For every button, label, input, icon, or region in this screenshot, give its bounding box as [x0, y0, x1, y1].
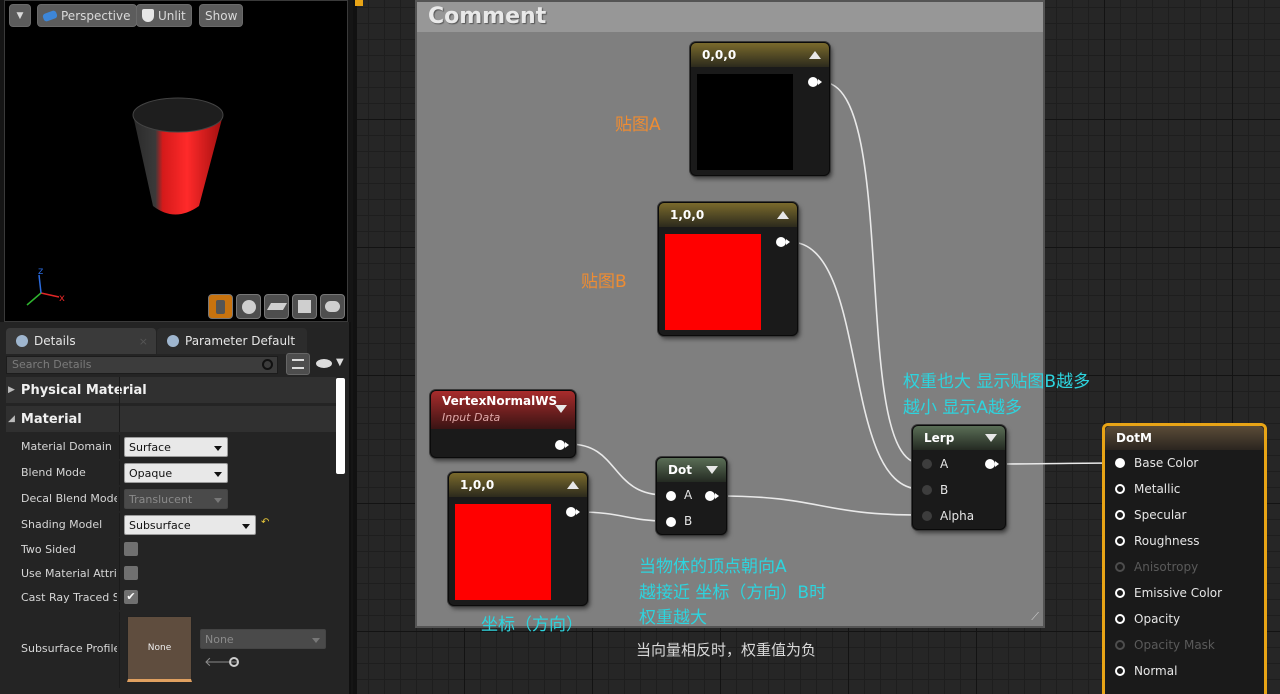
color-preview — [455, 504, 551, 600]
result-pin-label: Normal — [1134, 664, 1178, 678]
output-pin[interactable] — [985, 459, 999, 469]
pin-label: Alpha — [940, 509, 975, 523]
result-input-pin[interactable] — [1115, 562, 1125, 572]
output-pin[interactable] — [566, 507, 580, 517]
annotation-dot-line2: 越接近 坐标（方向）B时 — [639, 583, 827, 603]
annotation-negative: 当向量相反时，权重值为负 — [636, 641, 817, 659]
wire-const-b-to-lerp-b — [789, 241, 921, 490]
collapse-icon[interactable] — [777, 211, 789, 219]
output-pin[interactable] — [555, 440, 569, 450]
input-pin-b[interactable] — [922, 485, 932, 495]
result-input-pin[interactable] — [1115, 666, 1125, 676]
result-pin-label: Opacity — [1134, 612, 1181, 626]
output-pin[interactable] — [776, 237, 790, 247]
node-constant-a[interactable]: 0,0,0 — [690, 42, 830, 176]
collapse-icon[interactable] — [567, 481, 579, 489]
pin-label: B — [684, 514, 693, 528]
result-pin-label: Emissive Color — [1134, 586, 1223, 600]
result-input-pin[interactable] — [1115, 484, 1125, 494]
node-header: VertexNormalWS Input Data — [431, 391, 575, 429]
result-pin-label: Base Color — [1134, 456, 1199, 470]
annotation-coordinate: 坐标（方向） — [481, 615, 583, 635]
input-pin-a[interactable] — [666, 491, 676, 501]
output-pin[interactable] — [705, 491, 719, 501]
color-preview — [665, 234, 761, 330]
pin-label: B — [940, 483, 949, 497]
result-input-pin[interactable] — [1115, 588, 1125, 598]
annotation-texture-a: 贴图A — [615, 115, 661, 135]
annotation-weight-line2: 越小 显示A越多 — [903, 398, 1023, 418]
annotation-dot-line1: 当物体的顶点朝向A — [639, 557, 787, 577]
result-input-pin[interactable] — [1115, 458, 1125, 468]
node-dot[interactable]: Dot A B — [656, 457, 727, 535]
result-input-pin[interactable] — [1115, 614, 1125, 624]
color-preview — [697, 74, 793, 170]
result-input-pin[interactable] — [1115, 640, 1125, 650]
input-pin-alpha[interactable] — [922, 511, 932, 521]
node-constant-b[interactable]: 1,0,0 — [658, 202, 798, 336]
collapse-icon[interactable] — [706, 466, 718, 474]
result-input-pin[interactable] — [1115, 536, 1125, 546]
node-title: DotM — [1105, 426, 1264, 450]
annotation-dot-line3: 权重越大 — [639, 608, 707, 628]
result-pin-label: Specular — [1134, 508, 1187, 522]
wire-dot-to-lerp-alpha — [719, 495, 921, 516]
wire-lerp-to-basecolor — [999, 462, 1119, 465]
input-pin-a[interactable] — [922, 459, 932, 469]
collapse-icon[interactable] — [555, 405, 567, 413]
pin-label: A — [684, 488, 693, 502]
node-lerp[interactable]: Lerp A B Alpha — [912, 425, 1006, 530]
result-pin-label: Metallic — [1134, 482, 1181, 496]
result-pin-label: Anisotropy — [1134, 560, 1199, 574]
result-pin-label: Roughness — [1134, 534, 1200, 548]
node-material-result[interactable]: DotM Base Color Metallic Specular Roughness… — [1102, 423, 1267, 694]
node-subtitle: Input Data — [442, 411, 501, 424]
annotation-weight-line1: 权重也大 显示贴图B越多 — [903, 372, 1091, 392]
node-constant-direction[interactable]: 1,0,0 — [448, 472, 588, 606]
collapse-icon[interactable] — [809, 51, 821, 59]
pin-label: A — [940, 457, 949, 471]
annotation-texture-b: 贴图B — [581, 272, 627, 292]
wire-dir-to-dot-b — [579, 511, 666, 522]
result-input-pin[interactable] — [1115, 510, 1125, 520]
material-editor: ▼ Perspective Unlit Show x z Details × P… — [0, 0, 1280, 694]
node-vertex-normal-ws[interactable]: VertexNormalWS Input Data — [430, 390, 576, 458]
collapse-icon[interactable] — [985, 434, 997, 442]
output-pin[interactable] — [808, 77, 822, 87]
input-pin-b[interactable] — [666, 517, 676, 527]
result-pin-label: Opacity Mask — [1134, 638, 1215, 652]
